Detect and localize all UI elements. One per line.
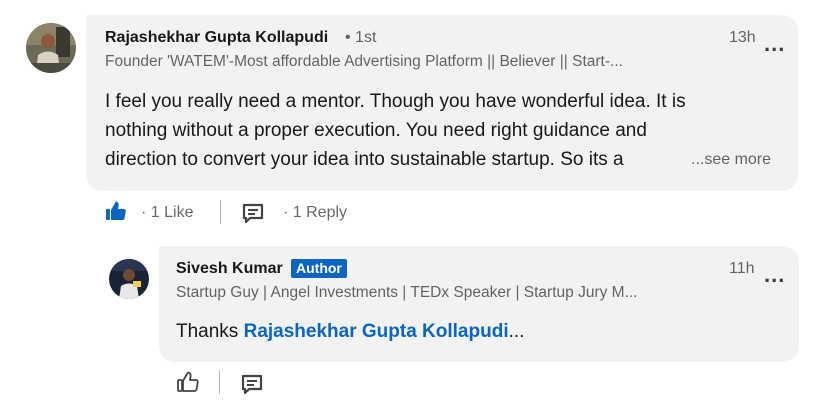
reply-count[interactable]: · 1 Reply [283, 204, 347, 222]
thumbs-up-filled-icon[interactable] [104, 199, 128, 223]
mention-link[interactable]: Rajashekhar Gupta Kollapudi [244, 321, 509, 342]
comment-text-line: direction to convert your idea into sust… [105, 149, 624, 170]
comment-author-headline: Founder 'WATEM'-Most affordable Advertis… [105, 53, 623, 70]
reply-author-name[interactable]: Sivesh Kumar [176, 260, 283, 278]
author-badge: Author [291, 259, 347, 278]
see-more-link[interactable]: ...see more [691, 151, 771, 169]
comment-timestamp: 13h [729, 29, 756, 46]
reply-more-options-icon[interactable]: ... [764, 264, 785, 286]
comment-icon[interactable] [241, 201, 265, 225]
reply-text-prefix: Thanks [176, 321, 244, 342]
reply-author-headline: Startup Guy | Angel Investments | TEDx S… [176, 284, 638, 301]
action-divider [220, 200, 221, 224]
thumbs-up-outline-icon[interactable] [176, 370, 200, 394]
connection-degree: • 1st [345, 29, 377, 46]
comment-icon[interactable] [240, 372, 264, 396]
comment-more-options-icon[interactable]: ... [764, 33, 785, 55]
comment-text-line: nothing without a proper execution. You … [105, 120, 647, 141]
like-count[interactable]: · 1 Like [141, 204, 193, 222]
reply-timestamp: 11h [729, 260, 755, 277]
comment-author-name[interactable]: Rajashekhar Gupta Kollapudi [105, 29, 328, 47]
reply-text: Thanks Rajashekhar Gupta Kollapudi... [176, 321, 524, 343]
comment-text-line: I feel you really need a mentor. Though … [105, 91, 686, 112]
reply-text-suffix: ... [508, 321, 525, 342]
action-divider [219, 370, 220, 394]
reply-author-avatar[interactable] [109, 259, 149, 299]
comment-author-avatar[interactable] [26, 23, 76, 73]
